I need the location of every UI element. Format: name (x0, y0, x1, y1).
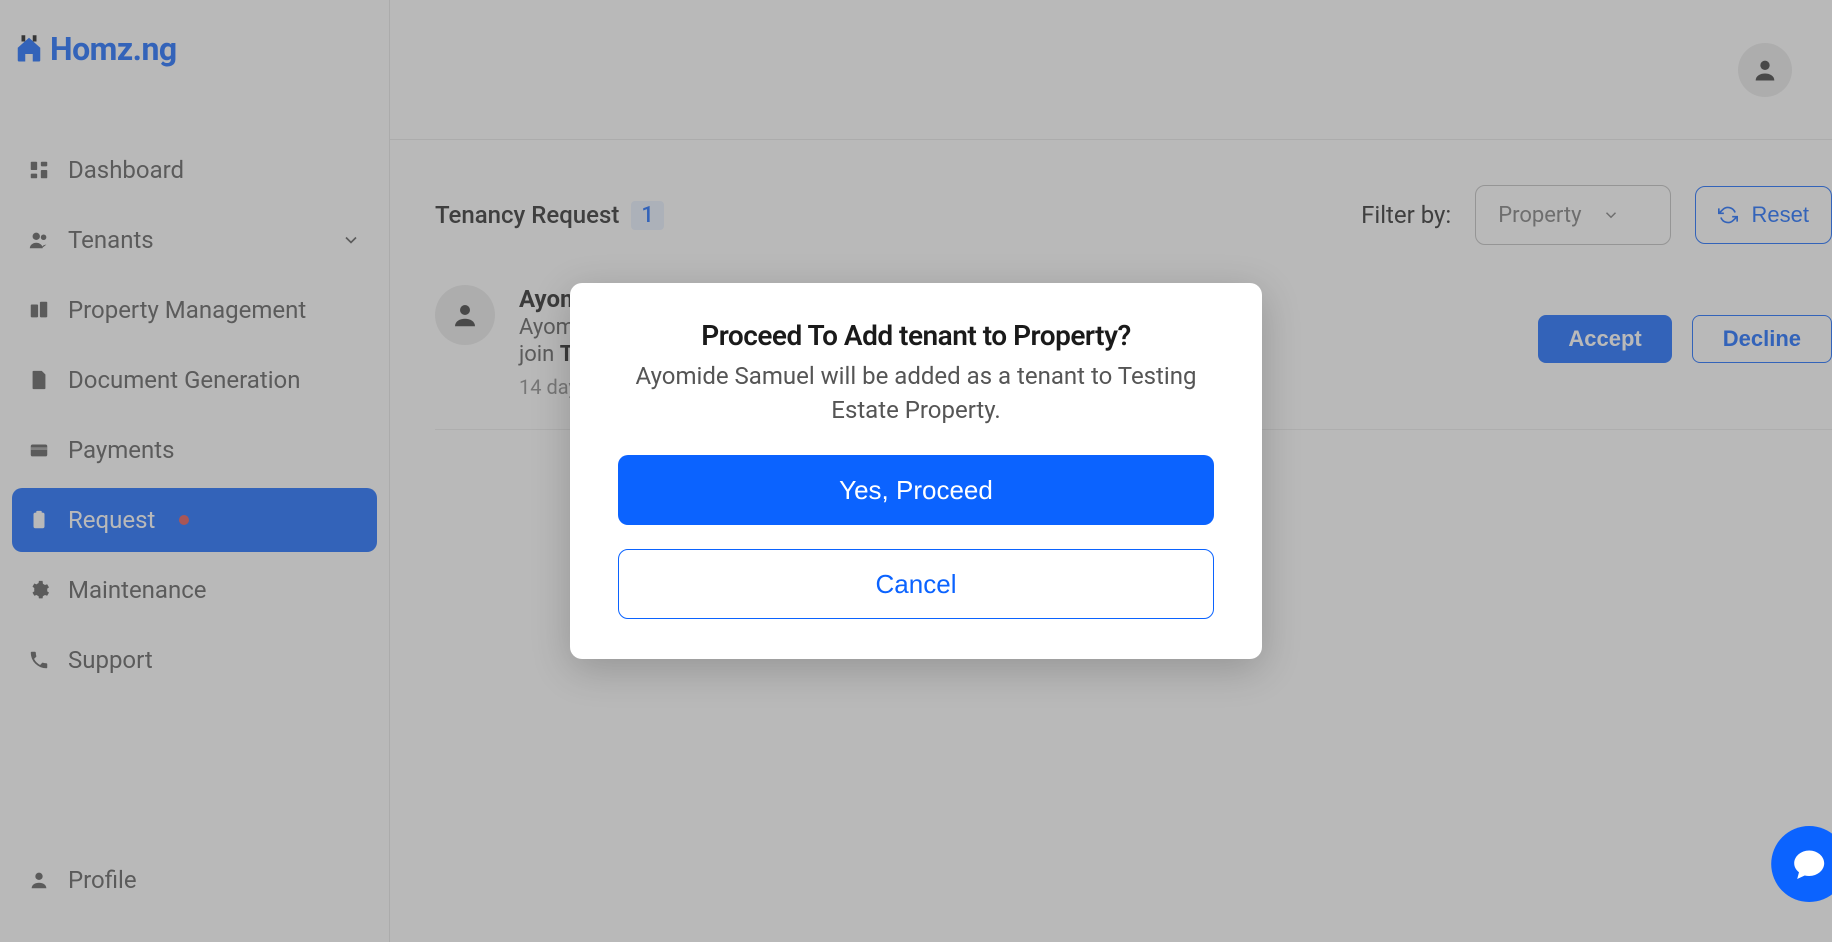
modal-overlay[interactable]: Proceed To Add tenant to Property? Ayomi… (0, 0, 1832, 942)
confirm-modal: Proceed To Add tenant to Property? Ayomi… (570, 283, 1262, 659)
modal-title: Proceed To Add tenant to Property? (618, 319, 1214, 352)
modal-cancel-button[interactable]: Cancel (618, 549, 1214, 619)
modal-confirm-button[interactable]: Yes, Proceed (618, 455, 1214, 525)
chat-icon (1791, 846, 1827, 882)
modal-actions: Yes, Proceed Cancel (618, 455, 1214, 619)
modal-subtitle: Ayomide Samuel will be added as a tenant… (618, 360, 1214, 427)
